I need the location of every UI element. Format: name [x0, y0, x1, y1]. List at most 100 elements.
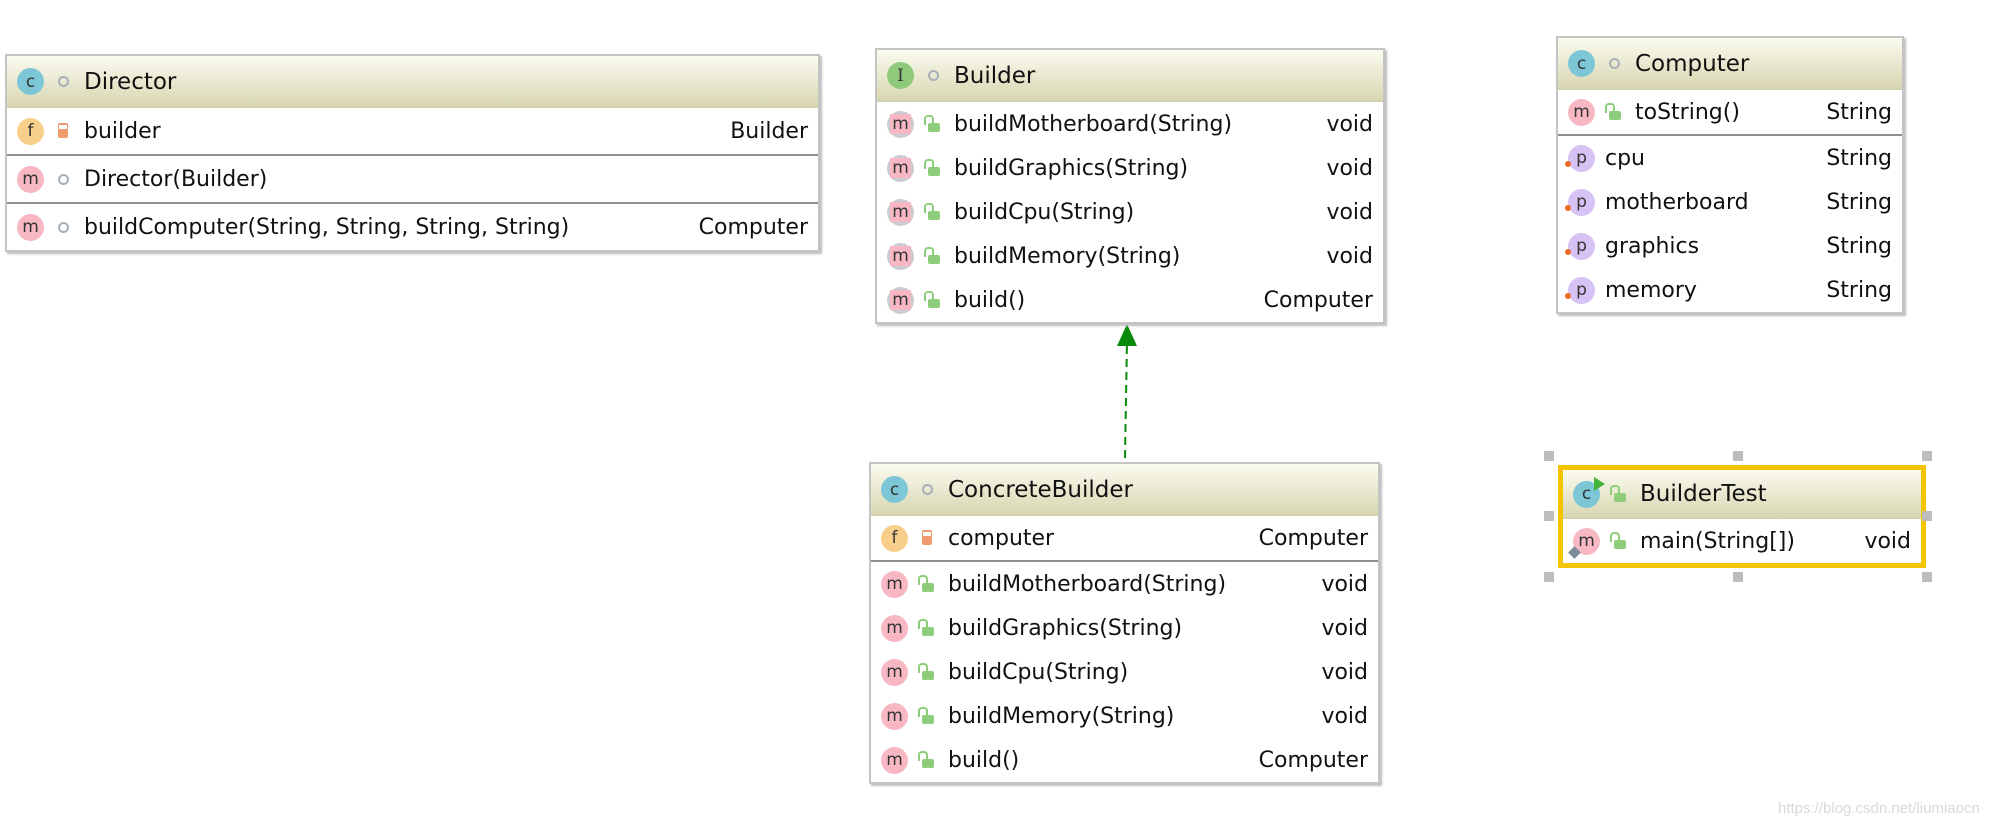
- member-name: buildComputer(String, String, String, St…: [84, 214, 570, 240]
- member-type: void: [1326, 155, 1373, 181]
- private-lock-icon: [50, 124, 76, 138]
- member-type: String: [1826, 189, 1892, 215]
- class-header[interactable]: c Director: [7, 56, 818, 108]
- member-name: toString(): [1635, 99, 1740, 125]
- member-row[interactable]: m buildMotherboard(String) void: [877, 102, 1383, 146]
- field-icon: f: [881, 524, 908, 552]
- method-icon: m: [881, 746, 908, 774]
- member-row[interactable]: p memory String: [1558, 268, 1902, 312]
- resize-handle[interactable]: [1922, 572, 1932, 582]
- member-row[interactable]: m toString() String: [1558, 90, 1902, 134]
- member-row[interactable]: m buildComputer(String, String, String, S…: [7, 204, 818, 250]
- public-lock-icon: [1601, 102, 1627, 122]
- package-visibility-icon: [914, 484, 940, 495]
- class-header[interactable]: I Builder: [877, 50, 1383, 102]
- public-lock-icon: [1606, 484, 1632, 504]
- public-lock-icon: [920, 246, 946, 266]
- member-section: m buildMotherboard(String) void m buildGraph…: [877, 102, 1383, 322]
- public-lock-icon: [920, 158, 946, 178]
- resize-handle[interactable]: [1544, 451, 1554, 461]
- member-section: m toString() String: [1558, 90, 1902, 134]
- member-row[interactable]: m build() Computer: [877, 278, 1383, 322]
- member-type: String: [1826, 233, 1892, 259]
- member-row[interactable]: m buildMemory(String) void: [871, 694, 1378, 738]
- member-row[interactable]: m buildMemory(String) void: [877, 234, 1383, 278]
- member-name: buildGraphics(String): [948, 615, 1183, 641]
- member-type: void: [1326, 199, 1373, 225]
- property-icon: p: [1565, 144, 1595, 172]
- member-row[interactable]: m main(String[]) void: [1563, 519, 1921, 563]
- public-lock-icon: [914, 750, 940, 770]
- package-visibility-icon: [50, 222, 76, 233]
- resize-handle[interactable]: [1922, 451, 1932, 461]
- class-icon: c: [1573, 476, 1605, 508]
- resize-handle[interactable]: [1544, 572, 1554, 582]
- method-icon: m: [881, 702, 908, 730]
- abstract-method-icon: m: [887, 286, 914, 314]
- member-row[interactable]: m buildGraphics(String) void: [871, 606, 1378, 650]
- member-name: buildMotherboard(String): [954, 111, 1233, 137]
- abstract-method-icon: m: [887, 154, 914, 182]
- member-section: m buildMotherboard(String) void m buildGraph…: [871, 560, 1378, 782]
- member-row[interactable]: p graphics String: [1558, 224, 1902, 268]
- class-name: Computer: [1635, 50, 1750, 77]
- member-row[interactable]: f builder Builder: [7, 108, 818, 154]
- member-row[interactable]: m buildGraphics(String) void: [877, 146, 1383, 190]
- class-name: Builder: [954, 62, 1036, 89]
- resize-handle[interactable]: [1544, 511, 1554, 521]
- member-row[interactable]: p motherboard String: [1558, 180, 1902, 224]
- member-name: builder: [84, 118, 161, 144]
- field-icon: f: [17, 117, 44, 145]
- member-name: motherboard: [1605, 189, 1749, 215]
- property-icon: p: [1565, 188, 1595, 216]
- member-name: graphics: [1605, 233, 1700, 259]
- member-type: void: [1321, 615, 1368, 641]
- resize-handle[interactable]: [1922, 511, 1932, 521]
- member-section: f builder Builder: [7, 108, 818, 154]
- member-type: void: [1864, 528, 1911, 554]
- public-lock-icon: [914, 662, 940, 682]
- realization-arrowhead: [1117, 324, 1137, 346]
- class-box-buildertest[interactable]: c BuilderTest m main(String[]) void: [1558, 465, 1926, 568]
- member-row[interactable]: f computer Computer: [871, 516, 1378, 560]
- member-row[interactable]: m buildCpu(String) void: [871, 650, 1378, 694]
- member-type: void: [1326, 111, 1373, 137]
- public-lock-icon: [914, 618, 940, 638]
- class-header[interactable]: c BuilderTest: [1563, 470, 1921, 519]
- class-header[interactable]: c Computer: [1558, 38, 1902, 90]
- public-lock-icon: [920, 290, 946, 310]
- method-icon: m: [17, 165, 44, 193]
- member-row[interactable]: m Director(Builder): [7, 156, 818, 202]
- member-name: buildGraphics(String): [954, 155, 1189, 181]
- realization-line: [1124, 339, 1128, 459]
- method-icon: m: [881, 658, 908, 686]
- class-icon: c: [17, 68, 44, 95]
- member-name: buildMemory(String): [954, 243, 1181, 269]
- public-lock-icon: [920, 202, 946, 222]
- member-row[interactable]: m buildCpu(String) void: [877, 190, 1383, 234]
- member-row[interactable]: p cpu String: [1558, 136, 1902, 180]
- member-section: m main(String[]) void: [1563, 519, 1921, 563]
- watermark: https://blog.csdn.net/liumiaocn: [1778, 800, 1980, 817]
- method-icon: m: [1573, 527, 1600, 555]
- class-icon: c: [881, 476, 908, 503]
- class-box-concrete[interactable]: c ConcreteBuilder f computer Computer m buildM…: [869, 462, 1380, 784]
- class-box-computer[interactable]: c Computer m toString() String p cpu String p mot…: [1556, 36, 1904, 314]
- abstract-method-icon: m: [887, 242, 914, 270]
- package-visibility-icon: [50, 174, 76, 185]
- member-row[interactable]: m buildMotherboard(String) void: [871, 562, 1378, 606]
- class-box-director[interactable]: c Director f builder Builder m Director(Builde…: [5, 54, 820, 252]
- resize-handle[interactable]: [1733, 451, 1743, 461]
- member-type: String: [1826, 145, 1892, 171]
- member-section: p cpu String p motherboard String p graphics Str…: [1558, 134, 1902, 312]
- member-type: void: [1326, 243, 1373, 269]
- member-row[interactable]: m build() Computer: [871, 738, 1378, 782]
- member-name: cpu: [1605, 145, 1646, 171]
- member-type: void: [1321, 659, 1368, 685]
- resize-handle[interactable]: [1733, 572, 1743, 582]
- class-name: Director: [84, 68, 177, 95]
- class-box-builder[interactable]: I Builder m buildMotherboard(String) void m bu…: [875, 48, 1385, 324]
- member-section: f computer Computer: [871, 516, 1378, 560]
- class-header[interactable]: c ConcreteBuilder: [871, 464, 1378, 516]
- member-name: buildMotherboard(String): [948, 571, 1227, 597]
